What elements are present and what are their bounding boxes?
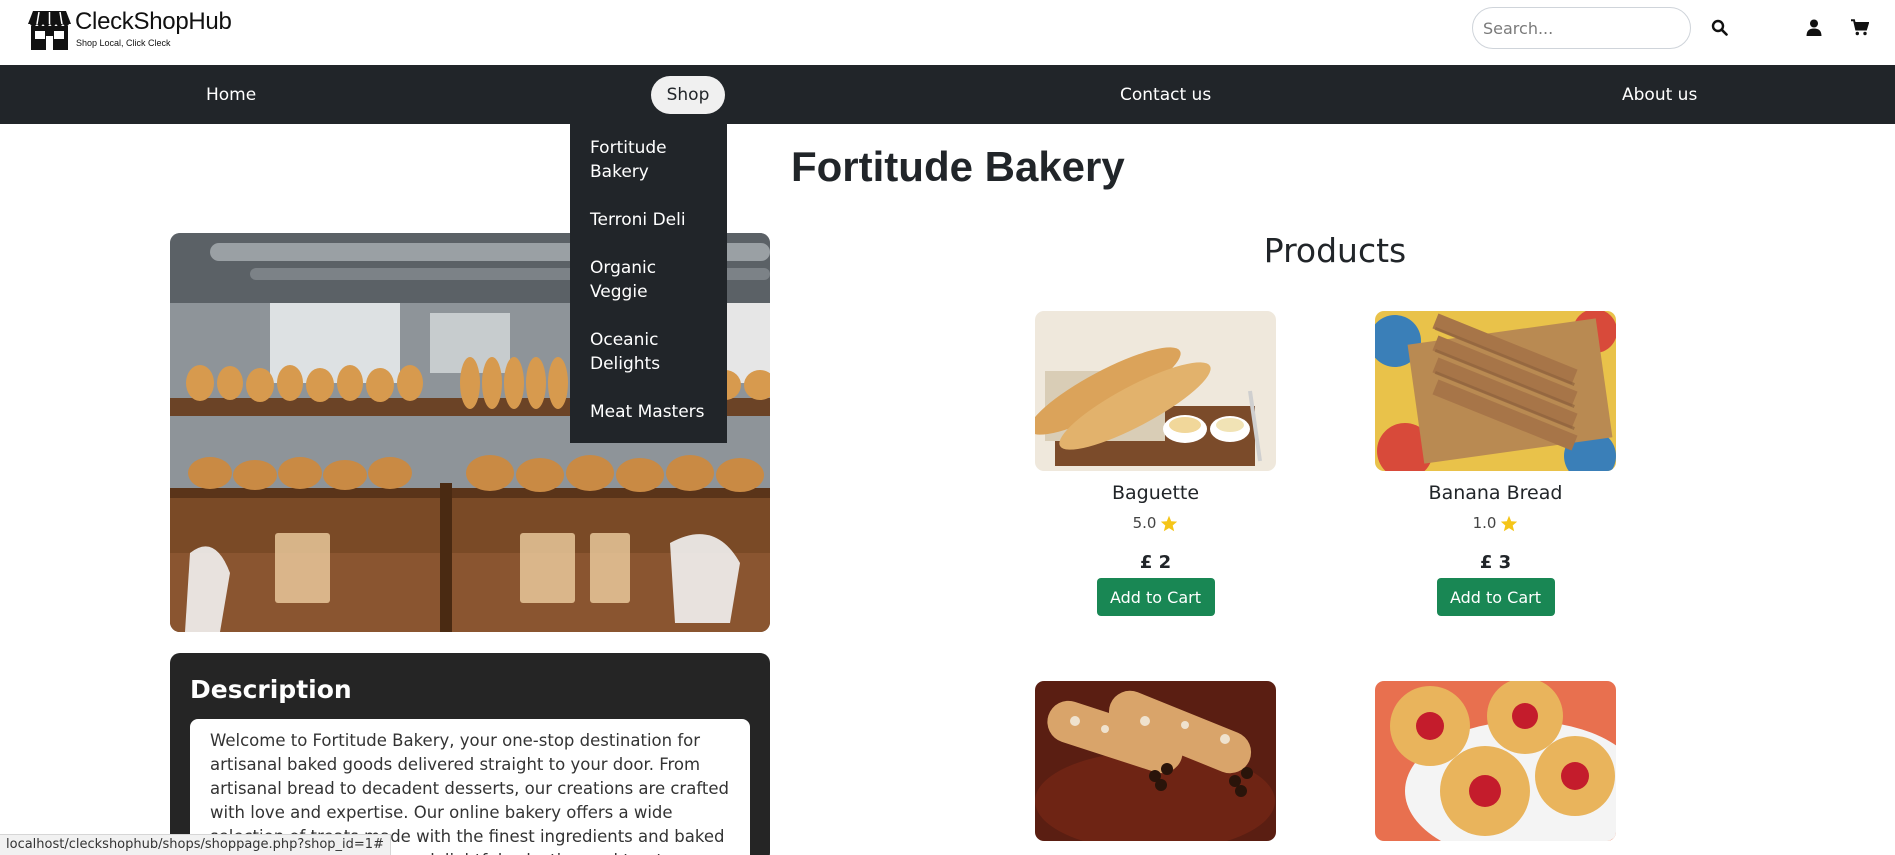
brand-tagline: Shop Local, Click Cleck — [76, 38, 171, 48]
nav-about-us[interactable]: About us — [1622, 65, 1697, 124]
dropdown-item-oceanic-delights[interactable]: Oceanic Delights — [570, 328, 727, 376]
account-button[interactable] — [1801, 14, 1827, 40]
brand-name[interactable]: CleckShopHub — [75, 8, 232, 36]
main-navbar: Home Shop Contact us About us — [0, 65, 1895, 124]
shop-dropdown-menu: Fortitude Bakery Terroni Deli Organic Ve… — [570, 116, 727, 443]
storefront-logo-icon[interactable] — [27, 9, 72, 51]
product-name[interactable]: Banana Bread — [1375, 482, 1616, 504]
product-image-danish-pastry[interactable] — [1375, 681, 1616, 841]
search-input[interactable] — [1472, 7, 1691, 49]
product-image-banana-bread[interactable] — [1375, 311, 1616, 471]
product-card: Banana Bread 1.0 £ 3 Add to Cart — [1375, 311, 1616, 616]
product-price: £ 2 — [1139, 552, 1172, 573]
product-image-cannoli[interactable] — [1035, 681, 1276, 841]
add-to-cart-button[interactable]: Add to Cart — [1096, 578, 1215, 616]
cart-button[interactable] — [1847, 14, 1873, 40]
dropdown-item-terroni-deli[interactable]: Terroni Deli — [570, 208, 727, 232]
shopping-cart-icon — [1851, 18, 1869, 35]
top-header: CleckShopHub Shop Local, Click Cleck — [0, 0, 1895, 65]
dropdown-item-organic-veggie[interactable]: Organic Veggie — [570, 256, 727, 304]
rating-value: 1.0 — [1472, 514, 1497, 532]
user-icon — [1806, 19, 1822, 36]
description-heading: Description — [190, 675, 352, 704]
product-rating: 5.0 — [1035, 514, 1276, 532]
nav-home[interactable]: Home — [206, 65, 256, 124]
shop-title: Fortitude Bakery — [791, 143, 1125, 190]
description-card: Description Welcome to Fortitude Bakery,… — [170, 653, 770, 855]
star-icon — [1501, 515, 1518, 531]
product-card: Baguette 5.0 £ 2 Add to Cart — [1035, 311, 1276, 616]
product-image-baguette[interactable] — [1035, 311, 1276, 471]
dropdown-item-fortitude-bakery[interactable]: Fortitude Bakery — [570, 136, 727, 184]
product-rating: 1.0 — [1375, 514, 1616, 532]
star-icon — [1161, 515, 1178, 531]
product-card — [1375, 681, 1616, 841]
products-heading: Products — [1263, 231, 1407, 270]
add-to-cart-button[interactable]: Add to Cart — [1436, 578, 1555, 616]
nav-shop[interactable]: Shop — [651, 76, 725, 114]
product-price: £ 3 — [1479, 552, 1512, 573]
product-card — [1035, 681, 1276, 841]
dropdown-item-meat-masters[interactable]: Meat Masters — [570, 400, 727, 424]
nav-contact-us[interactable]: Contact us — [1120, 65, 1211, 124]
status-bar-url: localhost/cleckshophub/shops/shoppage.ph… — [0, 834, 391, 855]
rating-value: 5.0 — [1132, 514, 1157, 532]
search-button[interactable] — [1706, 14, 1732, 40]
product-name[interactable]: Baguette — [1035, 482, 1276, 504]
search-icon — [1711, 19, 1728, 36]
